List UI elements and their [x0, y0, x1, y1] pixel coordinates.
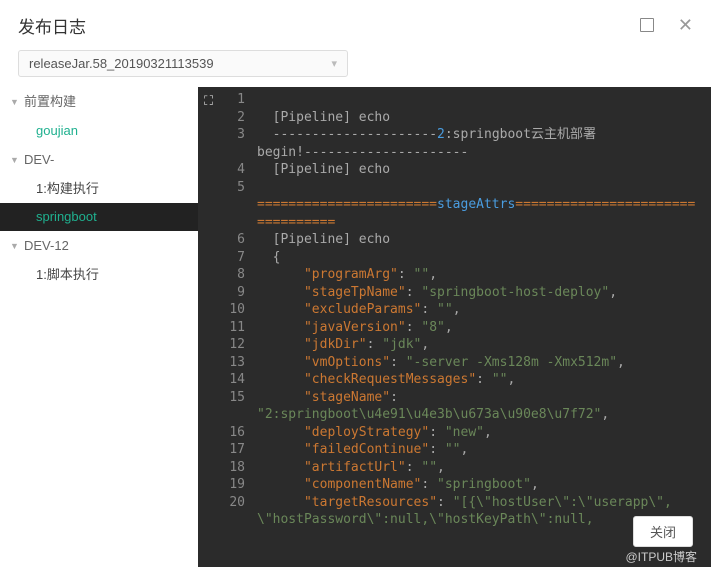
- close-icon[interactable]: ✕: [678, 15, 693, 36]
- tree-group[interactable]: ▼前置构建: [0, 87, 198, 117]
- tree-item[interactable]: goujian: [0, 117, 198, 145]
- release-select-value: releaseJar.58_20190321113539: [29, 56, 214, 71]
- tree-group[interactable]: ▼DEV-12: [0, 231, 198, 261]
- caret-down-icon: ▼: [10, 149, 20, 171]
- close-button[interactable]: 关闭: [633, 516, 693, 547]
- tree-item[interactable]: springboot: [0, 203, 198, 231]
- sidebar-tree: ▼前置构建goujian▼DEV-1:构建执行springboot▼DEV-12…: [0, 87, 198, 567]
- tree-item[interactable]: 1:构建执行: [0, 175, 198, 203]
- line-gutter: 1234567891011121314151617181920: [198, 87, 253, 567]
- caret-down-icon: ▼: [10, 235, 20, 257]
- fullscreen-icon[interactable]: ⛶: [204, 93, 213, 111]
- release-select[interactable]: releaseJar.58_20190321113539 ▾: [18, 50, 348, 77]
- watermark: @ITPUB博客: [625, 548, 697, 565]
- tree-item[interactable]: 1:脚本执行: [0, 261, 198, 289]
- log-content: [Pipeline] echo ---------------------2:s…: [253, 87, 711, 567]
- chevron-down-icon: ▾: [331, 57, 337, 70]
- caret-down-icon: ▼: [10, 91, 20, 113]
- tree-group[interactable]: ▼DEV-: [0, 145, 198, 175]
- log-viewer: ⛶ 1234567891011121314151617181920 [Pipel…: [198, 87, 711, 567]
- expand-icon[interactable]: [640, 18, 654, 32]
- dialog-title: 发布日志: [18, 13, 86, 38]
